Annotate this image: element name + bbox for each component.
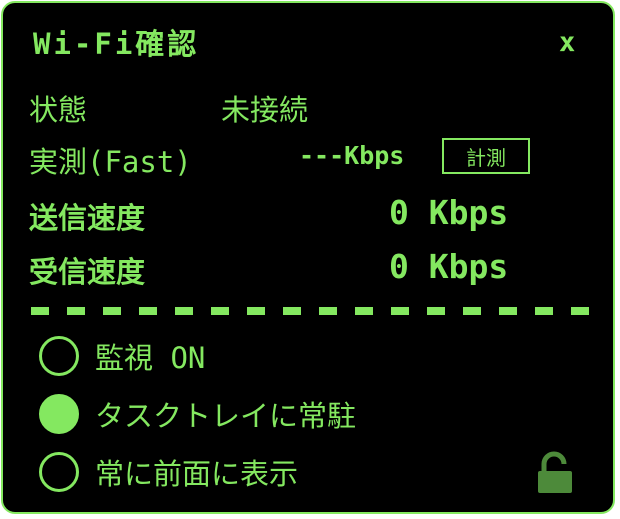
- measured-label: 実測(Fast): [29, 145, 192, 179]
- measure-button-label: 計測: [466, 145, 506, 170]
- status-value: 未接続: [221, 93, 309, 127]
- divider: [31, 307, 591, 315]
- receive-speed-value: 0 Kbps: [389, 247, 509, 286]
- receive-speed-label: 受信速度: [29, 255, 146, 289]
- status-label: 状態: [29, 93, 88, 127]
- close-button[interactable]: x: [559, 27, 575, 58]
- option-always-on-top[interactable]: 常に前面に表示: [39, 451, 298, 493]
- send-speed-value: 0 Kbps: [389, 193, 509, 232]
- radio-monitor-on[interactable]: [39, 336, 79, 376]
- option-monitor-on-label: 監視 ON: [95, 341, 206, 375]
- measure-button[interactable]: 計測: [442, 138, 530, 174]
- option-tray-resident[interactable]: タスクトレイに常駐: [39, 393, 356, 435]
- option-monitor-on[interactable]: 監視 ON: [39, 335, 205, 377]
- unlock-icon[interactable]: [536, 451, 576, 495]
- option-always-on-top-label: 常に前面に表示: [95, 457, 299, 491]
- wifi-check-window: Wi-Fi確認 x 状態 未接続 実測(Fast) ---Kbps 計測 送信速…: [1, 1, 615, 514]
- send-speed-label: 送信速度: [29, 201, 146, 235]
- window-title: Wi-Fi確認: [33, 27, 200, 61]
- measured-value: ---Kbps: [299, 141, 405, 170]
- radio-tray-resident[interactable]: [39, 394, 79, 434]
- radio-always-on-top[interactable]: [39, 452, 79, 492]
- option-tray-resident-label: タスクトレイに常駐: [95, 399, 357, 433]
